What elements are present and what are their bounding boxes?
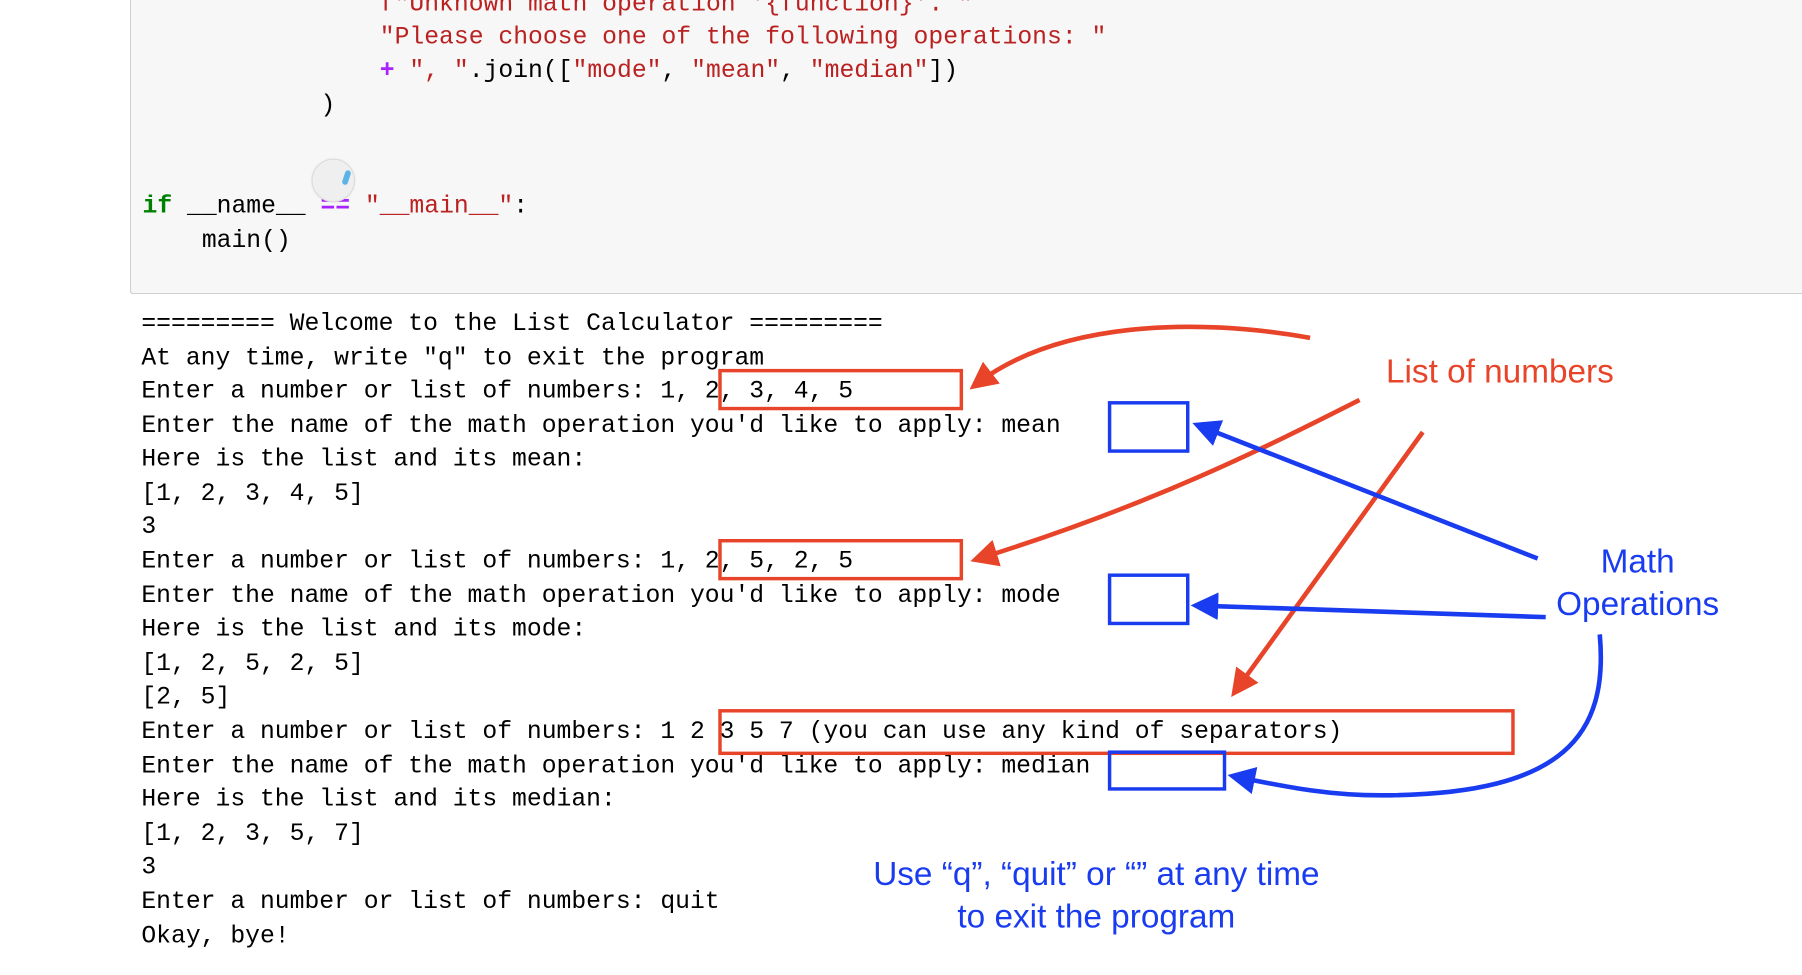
arrow-to-median (1227, 634, 1604, 798)
label-list-of-numbers: List of numbers (1385, 353, 1614, 391)
arrow-to-mode (1190, 592, 1546, 621)
arrow-to-list-3 (1231, 430, 1425, 697)
label-exit-hint: Use “q”, “quit” or “” at any time to exi… (839, 854, 1354, 939)
label-math-operations-line1: Math (1600, 543, 1675, 581)
arrow-to-mean (1192, 420, 1539, 561)
annotation-arrows (969, 324, 1604, 798)
label-exit-hint-line2: to exit the program (957, 898, 1236, 936)
notebook-view: f"Unknown math operation '{function}'. "… (0, 0, 1802, 975)
label-math-operations-line2: Operations (1556, 586, 1720, 623)
label-exit-hint-line1: Use “q”, “quit” or “” at any time (873, 856, 1320, 893)
arrow-to-list-2 (970, 397, 1361, 567)
label-math-operations: Math Operations (1540, 541, 1735, 626)
arrow-to-list-1 (969, 324, 1311, 390)
